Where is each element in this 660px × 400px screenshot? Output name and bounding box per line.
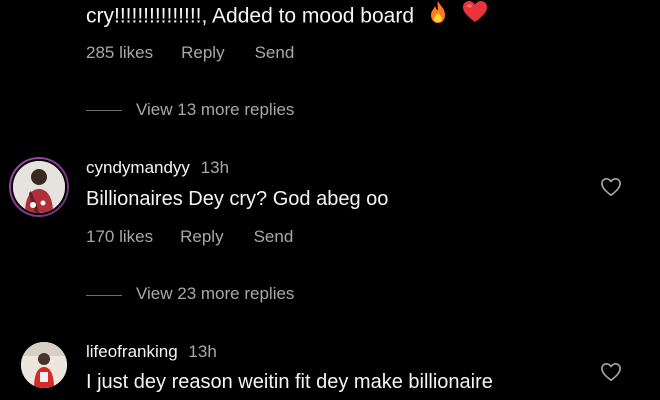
comment-timestamp: 13h [200,158,230,177]
view-more-replies-button[interactable]: View 23 more replies [136,284,294,304]
comment-actions: 170 likes Reply Send [86,227,293,247]
top-comment-actions: 285 likes Reply Send [86,43,294,63]
comment-timestamp: 13h [188,342,217,361]
reply-button[interactable]: Reply [180,227,223,247]
view-replies-line [86,295,122,296]
likes-count[interactable]: 170 likes [86,227,153,247]
reply-button[interactable]: Reply [181,43,224,63]
view-replies-line [86,110,122,111]
like-heart-icon[interactable] [600,362,622,387]
avatar-story-ring[interactable] [9,157,69,217]
username-link[interactable]: lifeofranking [86,342,178,361]
likes-count[interactable]: 285 likes [86,43,153,63]
view-more-replies-button[interactable]: View 13 more replies [136,100,294,120]
comment-text: Billionaires Dey cry? God abeg oo [86,188,389,210]
avatar [11,159,67,215]
avatar[interactable] [21,342,67,388]
comment-text: cry!!!!!!!!!!!!!!!, Added to mood board [86,4,415,28]
fire-emoji-icon [428,0,448,30]
like-heart-icon[interactable] [600,177,622,202]
comment-header: cyndymandyy 13h [86,158,229,178]
send-button[interactable]: Send [255,43,295,63]
send-button[interactable]: Send [254,227,294,247]
comment-header: lifeofranking 13h [86,342,217,362]
comment-text-top: cry!!!!!!!!!!!!!!!, Added to mood board [86,0,488,32]
comment-text: I just dey reason weitin fit dey make bi… [86,371,493,393]
username-link[interactable]: cyndymandyy [86,158,190,177]
red-heart-emoji-icon [462,0,488,30]
